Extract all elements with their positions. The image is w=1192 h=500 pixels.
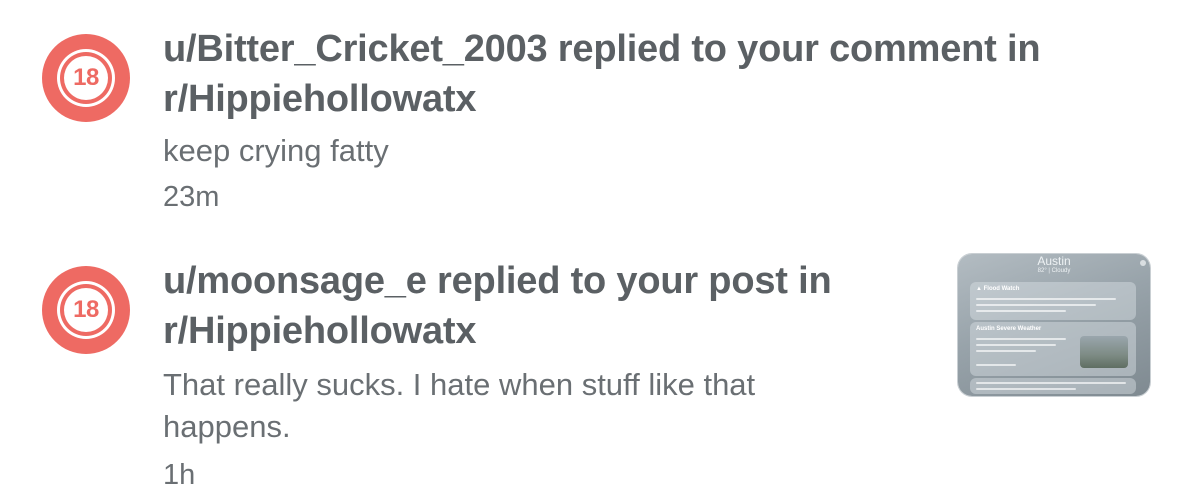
thumbnail-condition: 82° | Cloudy	[1037, 268, 1071, 274]
thumbnail-text-line	[976, 304, 1096, 306]
thumbnail-text-line	[976, 382, 1126, 384]
thumbnail-news-photo	[1080, 336, 1128, 368]
thumbnail-more-dot	[1140, 260, 1146, 266]
thumbnail-text-line	[976, 388, 1076, 390]
thumbnail-alert-title: ▲ Flood Watch	[976, 286, 1020, 292]
thumbnail-text-line	[976, 364, 1016, 366]
notification-content: u/Bitter_Cricket_2003 replied to your co…	[163, 24, 1123, 218]
nsfw-18-icon: 18	[64, 288, 108, 332]
thumbnail-forecast-card	[970, 378, 1136, 394]
notification-item[interactable]: 18 u/moonsage_e replied to your post in …	[0, 240, 1192, 500]
notification-time: 23m	[163, 181, 220, 213]
thumbnail-alert-card: ▲ Flood Watch	[970, 282, 1136, 320]
subreddit-avatar: 18	[42, 34, 130, 122]
subreddit-avatar: 18	[42, 266, 130, 354]
thumbnail-text-line	[976, 344, 1056, 346]
notification-item[interactable]: 18 u/Bitter_Cricket_2003 replied to your…	[0, 0, 1192, 230]
notification-body: keep crying fatty	[163, 133, 389, 168]
thumbnail-news-title: Austin Severe Weather	[976, 326, 1042, 332]
notification-content: u/moonsage_e replied to your post in r/H…	[163, 256, 923, 496]
notification-time: 1h	[163, 459, 196, 491]
thumbnail-text-line	[976, 350, 1036, 352]
thumbnail-text-line	[976, 338, 1066, 340]
thumbnail-text-line	[976, 310, 1066, 312]
thumbnail-city: Austin	[1037, 254, 1071, 268]
notifications-page: 18 u/Bitter_Cricket_2003 replied to your…	[0, 0, 1192, 500]
notification-title: u/moonsage_e replied to your post in r/H…	[163, 260, 832, 352]
notification-title: u/Bitter_Cricket_2003 replied to your co…	[163, 28, 1041, 120]
thumbnail-news-card: Austin Severe Weather	[970, 322, 1136, 376]
post-thumbnail[interactable]: Austin 82° | Cloudy ▲ Flood Watch Austin…	[958, 254, 1150, 396]
thumbnail-text-line	[976, 298, 1116, 300]
nsfw-18-icon: 18	[64, 56, 108, 100]
notification-body: That really sucks. I hate when stuff lik…	[163, 367, 756, 444]
